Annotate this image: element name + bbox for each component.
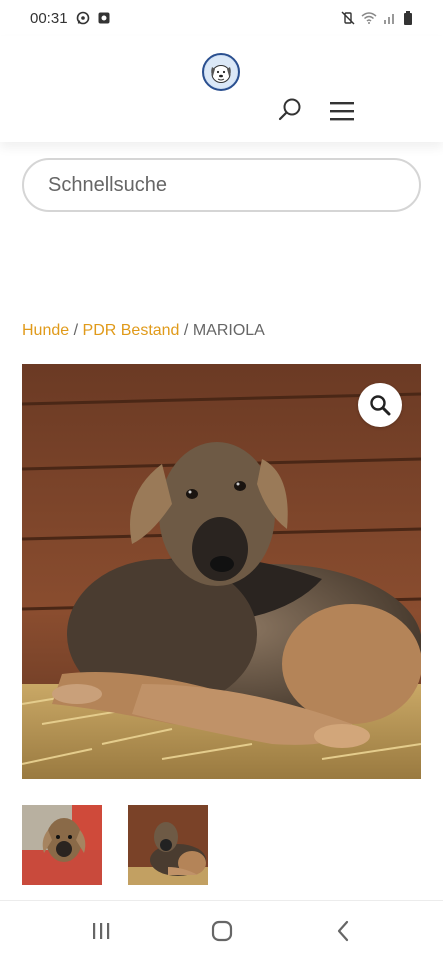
status-bar: 00:31 xyxy=(0,0,443,36)
recent-apps-icon[interactable] xyxy=(81,911,121,951)
status-left: 00:31 xyxy=(30,10,110,27)
status-time: 00:31 xyxy=(30,9,68,27)
thumbnail-2[interactable] xyxy=(128,805,208,885)
mute-vibrate-icon xyxy=(341,11,355,25)
search-icon[interactable] xyxy=(276,96,304,124)
thumbnail-1[interactable] xyxy=(22,805,102,885)
dog-photo-illustration xyxy=(22,364,421,779)
back-icon[interactable] xyxy=(323,911,363,951)
breadcrumb-separator: / xyxy=(183,322,189,339)
home-icon[interactable] xyxy=(202,911,242,951)
status-right xyxy=(341,11,413,25)
main-dog-photo[interactable] xyxy=(22,364,421,779)
whatsapp-icon xyxy=(76,11,90,25)
notification-icon xyxy=(98,12,110,24)
breadcrumb-current: MARIOLA xyxy=(192,322,265,339)
breadcrumb-separator: / xyxy=(73,322,79,339)
signal-icon xyxy=(383,12,397,24)
thumbnail-strip xyxy=(22,805,208,885)
wifi-icon xyxy=(361,12,377,24)
system-navigation-bar xyxy=(0,900,443,960)
dog-logo-icon[interactable] xyxy=(202,53,240,91)
site-header xyxy=(0,36,443,142)
breadcrumb: Hunde / PDR Bestand / MARIOLA xyxy=(22,322,265,340)
magnifier-zoom-icon[interactable] xyxy=(358,383,402,427)
battery-icon xyxy=(403,11,413,25)
breadcrumb-link-pdr-bestand[interactable]: PDR Bestand xyxy=(83,322,180,339)
quick-search-input[interactable] xyxy=(48,173,388,197)
quick-search-box[interactable] xyxy=(22,158,421,212)
breadcrumb-link-hunde[interactable]: Hunde xyxy=(22,322,69,339)
hamburger-menu-icon[interactable] xyxy=(328,100,356,122)
